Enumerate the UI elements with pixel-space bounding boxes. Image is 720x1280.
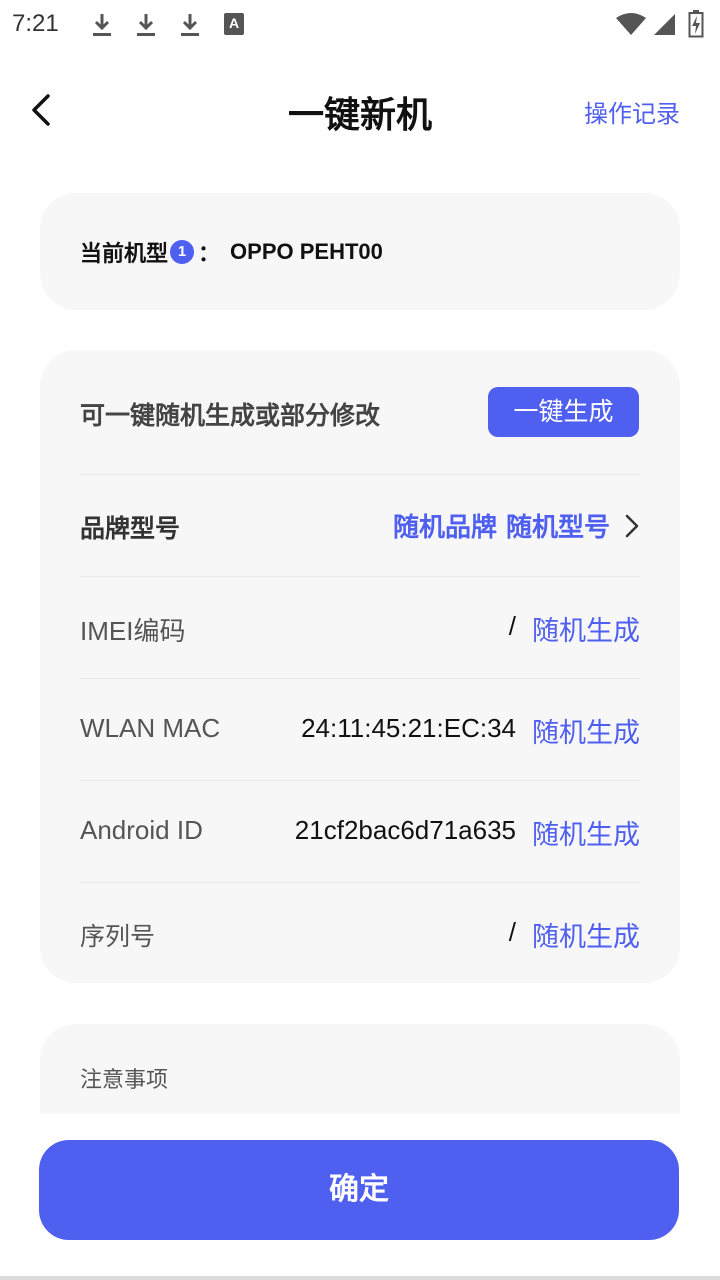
imei-row: IMEI编码 / 随机生成 <box>80 576 640 678</box>
confirm-button[interactable]: 确定 <box>39 1140 679 1240</box>
android-id-row: Android ID 21cf2bac6d71a635 随机生成 <box>80 780 640 882</box>
wlan-mac-value: 24:11:45:21:EC:34 <box>301 713 516 743</box>
imei-value: / <box>508 611 516 641</box>
status-bar: 7:21 A <box>0 0 720 50</box>
one-click-generate-button[interactable]: 一键生成 <box>488 387 639 437</box>
current-model-row: 当前机型 1 ： OPPO PEHT00 <box>80 237 383 267</box>
device-info-card: 可一键随机生成或部分修改 一键生成 品牌型号 随机品牌 随机型号 IMEI编码 … <box>40 350 680 983</box>
android-id-random-generate-button[interactable]: 随机生成 <box>532 813 640 852</box>
android-id-value: 21cf2bac6d71a635 <box>294 815 516 845</box>
current-model-card: 当前机型 1 ： OPPO PEHT00 <box>40 193 680 310</box>
serial-number-label: 序列号 <box>80 922 156 951</box>
current-model-separator: ： <box>198 242 221 267</box>
serial-number-random-generate-button[interactable]: 随机生成 <box>532 915 640 954</box>
imei-label: IMEI编码 <box>80 616 186 646</box>
serial-number-value: / <box>508 917 516 947</box>
status-time: 7:21 <box>12 10 59 37</box>
signal-icon <box>654 14 675 35</box>
android-id-label: Android ID <box>80 815 203 845</box>
brand-model-row[interactable]: 品牌型号 随机品牌 随机型号 <box>80 474 640 576</box>
imei-random-generate-button[interactable]: 随机生成 <box>532 609 640 648</box>
wlan-mac-row: WLAN MAC 24:11:45:21:EC:34 随机生成 <box>80 678 640 780</box>
download-icon <box>137 14 155 36</box>
current-model-value: OPPO PEHT00 <box>230 239 383 264</box>
wlan-mac-random-generate-button[interactable]: 随机生成 <box>532 711 640 750</box>
brand-model-label: 品牌型号 <box>80 514 181 543</box>
operation-history-link[interactable]: 操作记录 <box>584 94 680 129</box>
download-icon <box>181 14 199 36</box>
brand-model-value[interactable]: 随机品牌 随机型号 <box>393 507 610 544</box>
info-badge-icon[interactable]: 1 <box>170 240 195 264</box>
app-header: 一键新机 操作记录 <box>0 60 720 160</box>
download-icon <box>93 14 111 36</box>
bottom-edge <box>0 1276 720 1280</box>
current-model-label: 当前机型 <box>80 242 169 267</box>
wlan-mac-label: WLAN MAC <box>80 713 221 743</box>
wifi-icon <box>616 13 646 35</box>
a-letter-icon: A <box>224 13 244 35</box>
notes-title: 注意事项 <box>80 1068 169 1093</box>
chevron-right-icon[interactable] <box>624 513 640 539</box>
notes-card: 注意事项 <box>40 1024 680 1114</box>
serial-number-row: 序列号 / 随机生成 <box>80 882 640 984</box>
battery-charging-icon <box>688 10 704 38</box>
info-card-heading: 可一键随机生成或部分修改 <box>80 401 381 430</box>
